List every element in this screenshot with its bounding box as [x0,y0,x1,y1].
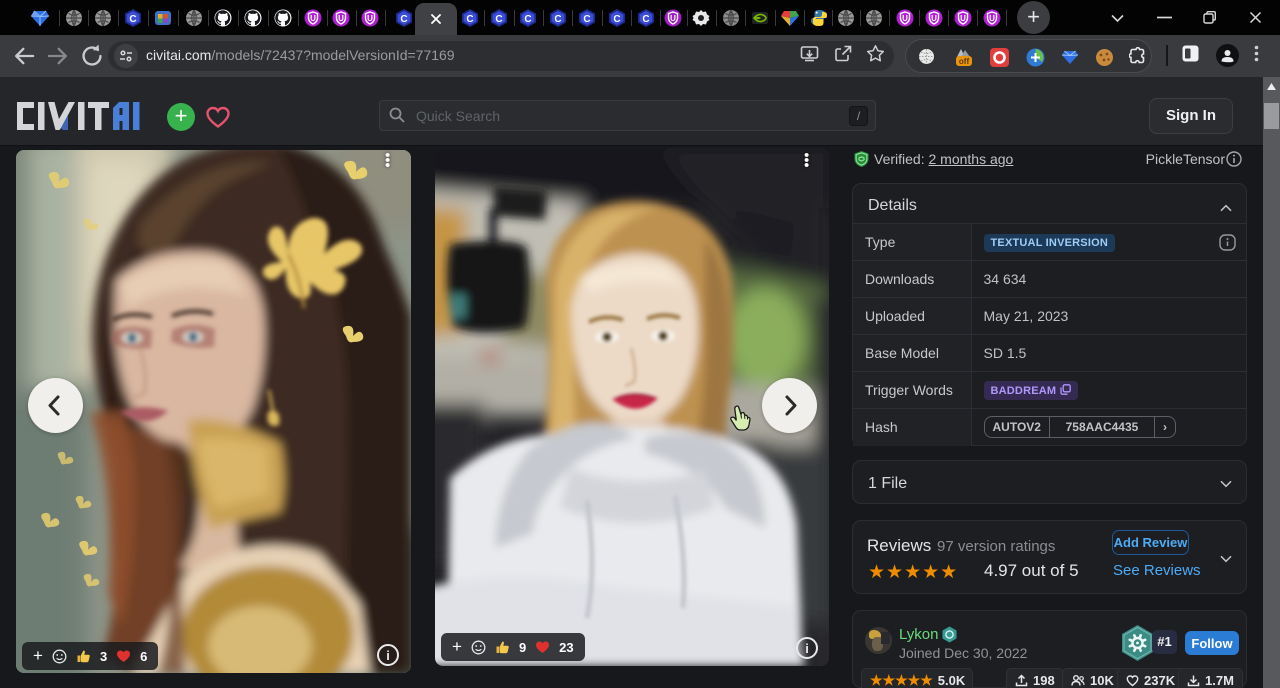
svg-text:C: C [642,14,649,25]
svg-text:U: U [367,14,373,23]
svg-text:U: U [310,14,316,23]
svg-text:C: C [495,14,502,25]
svg-text:C: C [554,14,561,25]
svg-text:U: U [670,14,676,23]
svg-text:U: U [902,14,908,23]
svg-text:U: U [931,14,937,23]
svg-text:U: U [989,14,995,23]
svg-text:C: C [583,14,590,25]
svg-text:C: C [400,14,407,25]
svg-text:U: U [960,14,966,23]
svg-text:C: C [466,14,473,25]
svg-text:off: off [959,57,970,66]
svg-text:C: C [524,14,531,25]
svg-text:C: C [129,14,136,25]
svg-text:C: C [613,14,620,25]
svg-text:U: U [338,14,344,23]
